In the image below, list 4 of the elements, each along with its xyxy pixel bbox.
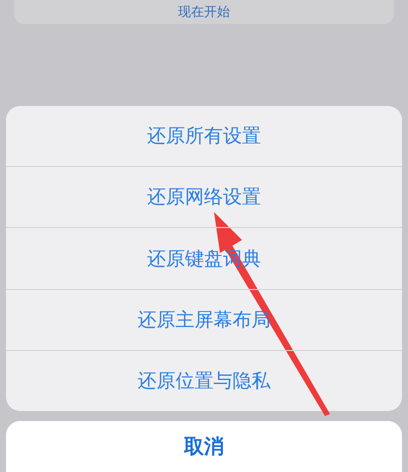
sheet-option[interactable]: 还原位置与隐私: [6, 350, 402, 411]
sheet-option[interactable]: 还原所有设置: [6, 106, 402, 168]
cancel-button[interactable]: 取消: [6, 421, 402, 472]
start-now-button[interactable]: 现在开始: [14, 0, 394, 24]
